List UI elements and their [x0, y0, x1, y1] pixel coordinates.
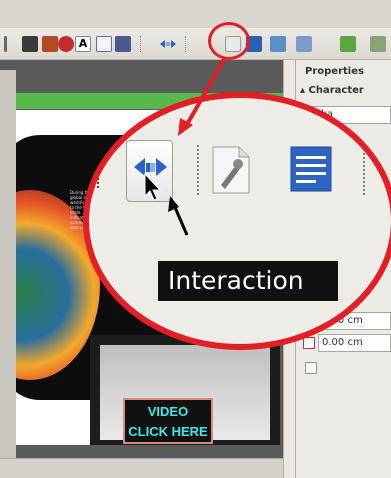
interaction-button-magnified[interactable] — [126, 140, 173, 202]
wrench-document-icon[interactable] — [207, 145, 253, 195]
character-section-header[interactable]: ▴ Character — [300, 85, 364, 96]
video-label-line2: CLICK HERE — [128, 424, 208, 439]
spacing-below-field[interactable]: 0.00 cm — [318, 334, 391, 352]
toolbar-handle[interactable] — [4, 36, 7, 52]
highlight-circle — [208, 22, 250, 60]
line-spacing-icon[interactable] — [305, 362, 317, 374]
screenshot-stage: A During the past century, global sea le… — [0, 0, 391, 478]
slide-panel-edge[interactable] — [0, 70, 16, 478]
toolbar-handle-magnified — [97, 158, 103, 188]
gallery-icon[interactable] — [115, 36, 131, 52]
toolbar-separator — [363, 145, 365, 195]
interaction-icon[interactable] — [158, 36, 178, 52]
media-icon[interactable] — [22, 36, 38, 52]
fontwork-icon[interactable]: A — [75, 36, 91, 52]
toolbar-separator — [197, 145, 199, 195]
horizontal-scrollbar[interactable] — [0, 458, 285, 478]
video-label-line1: VIDEO — [147, 404, 189, 419]
sidebar-title: Properties — [305, 66, 364, 77]
toolbar-separator — [185, 36, 187, 52]
shapes-icon[interactable] — [58, 36, 74, 52]
slide-layout-icon[interactable] — [288, 144, 334, 194]
new-slide-icon[interactable] — [340, 36, 356, 52]
slide-options-icon[interactable] — [370, 36, 386, 52]
chart-icon[interactable] — [42, 36, 58, 52]
toolbar-separator — [140, 36, 142, 52]
textbox-icon[interactable] — [96, 36, 112, 52]
presentation-icon[interactable] — [296, 36, 312, 52]
zoom-callout: Interaction — [83, 92, 391, 350]
interaction-icon — [134, 158, 167, 201]
video-link-label[interactable]: VIDEO CLICK HERE — [123, 398, 213, 444]
main-toolbar: A — [0, 28, 391, 60]
spacing-below-icon[interactable] — [303, 337, 315, 349]
display-icon[interactable] — [270, 36, 286, 52]
interaction-tooltip: Interaction — [158, 261, 338, 301]
